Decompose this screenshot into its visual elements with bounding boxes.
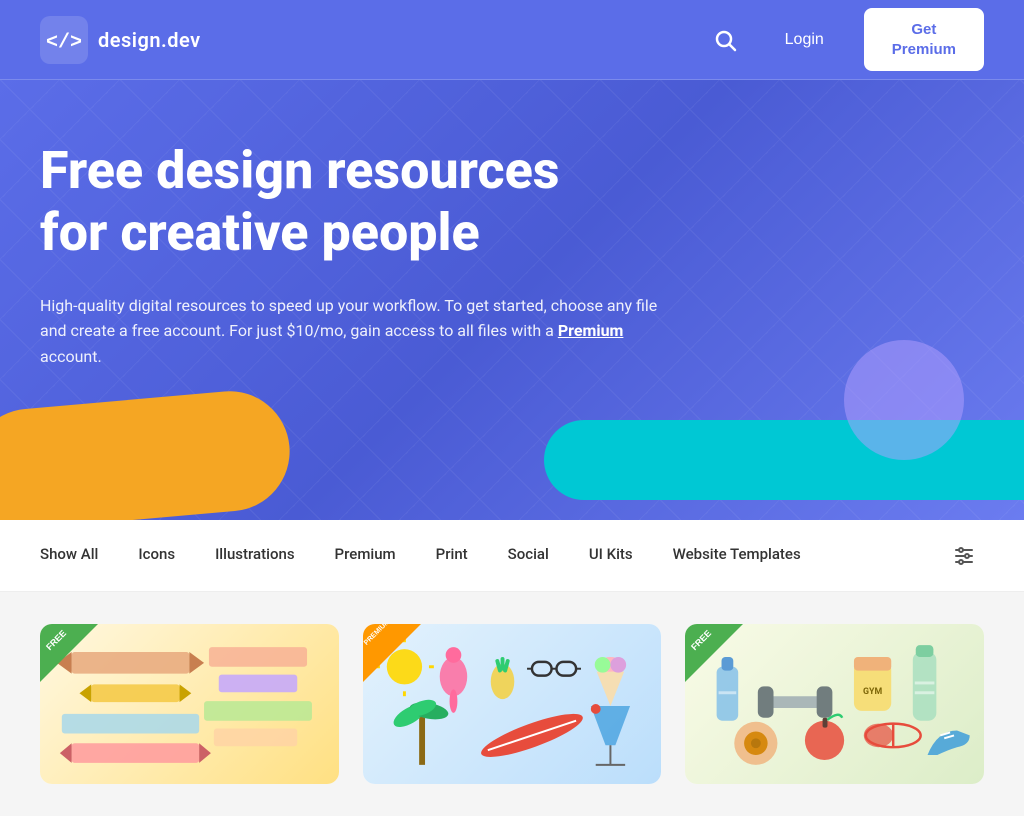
- orange-blob: [0, 386, 295, 520]
- cards-section: FREE: [0, 592, 1024, 816]
- filter-website-templates[interactable]: Website Templates: [653, 520, 821, 592]
- login-button[interactable]: Login: [769, 23, 840, 57]
- filter-icons[interactable]: Icons: [118, 520, 195, 592]
- card-summer[interactable]: PREMIUM: [363, 624, 662, 784]
- purple-blob: [844, 340, 964, 460]
- svg-text:</>: </>: [46, 31, 82, 54]
- badge-free-3: FREE: [685, 624, 749, 688]
- header-nav: Login Get Premium: [705, 8, 984, 71]
- card-banners[interactable]: FREE: [40, 624, 339, 784]
- filter-ui-kits[interactable]: UI Kits: [569, 520, 653, 592]
- site-header: </> design.dev Login Get Premium: [0, 0, 1024, 80]
- hero-title: Free design resources for creative peopl…: [40, 140, 740, 265]
- card-tools[interactable]: FREE GYM: [685, 624, 984, 784]
- hero-description: High-quality digital resources to speed …: [40, 293, 660, 370]
- search-icon: [713, 28, 737, 52]
- sliders-icon: [952, 544, 976, 568]
- hero-content: Free design resources for creative peopl…: [40, 140, 740, 370]
- filter-settings-button[interactable]: [944, 536, 984, 576]
- filter-premium[interactable]: Premium: [315, 520, 416, 592]
- logo-icon: </>: [40, 16, 88, 64]
- filter-social[interactable]: Social: [488, 520, 569, 592]
- filter-bar: Show All Icons Illustrations Premium Pri…: [0, 520, 1024, 592]
- filter-print[interactable]: Print: [416, 520, 488, 592]
- hero-section: Free design resources for creative peopl…: [0, 80, 1024, 520]
- filter-show-all[interactable]: Show All: [40, 520, 118, 592]
- filter-illustrations[interactable]: Illustrations: [195, 520, 314, 592]
- logo-text: design.dev: [98, 28, 201, 52]
- get-premium-button[interactable]: Get Premium: [864, 8, 984, 71]
- svg-text:GYM: GYM: [863, 687, 882, 697]
- premium-link[interactable]: Premium: [558, 321, 624, 340]
- badge-free-1: FREE: [40, 624, 104, 688]
- logo[interactable]: </> design.dev: [40, 16, 201, 64]
- search-button[interactable]: [705, 20, 745, 60]
- badge-premium-2: PREMIUM: [363, 624, 427, 688]
